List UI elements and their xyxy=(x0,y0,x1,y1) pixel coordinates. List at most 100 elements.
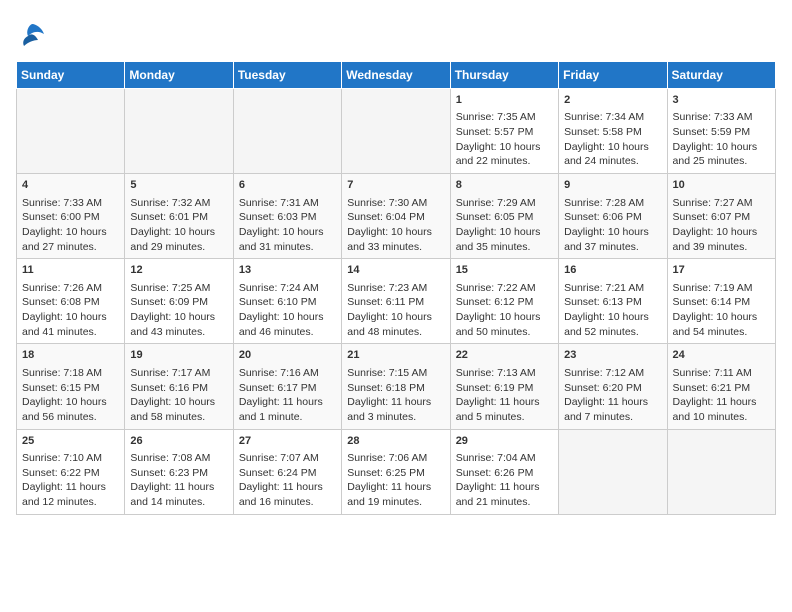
cell-text-line: Sunset: 6:11 PM xyxy=(347,295,444,310)
day-number: 1 xyxy=(456,93,553,108)
cell-text-line: and 46 minutes. xyxy=(239,325,336,340)
cell-text-line: Sunset: 6:01 PM xyxy=(130,210,227,225)
cell-text-line: Sunrise: 7:27 AM xyxy=(673,196,770,211)
day-number: 20 xyxy=(239,348,336,363)
day-number: 5 xyxy=(130,178,227,193)
cell-text-line: and 19 minutes. xyxy=(347,495,444,510)
calendar-cell: 2Sunrise: 7:34 AMSunset: 5:58 PMDaylight… xyxy=(559,89,667,174)
cell-text-line: and 10 minutes. xyxy=(673,410,770,425)
cell-text-line: Daylight: 11 hours xyxy=(130,480,227,495)
cell-text-line: Sunrise: 7:18 AM xyxy=(22,366,119,381)
cell-text-line: Daylight: 11 hours xyxy=(456,480,553,495)
page-header xyxy=(16,16,776,53)
cell-text-line: Daylight: 10 hours xyxy=(239,310,336,325)
logo-bird-icon xyxy=(18,20,46,48)
day-number: 10 xyxy=(673,178,770,193)
cell-text-line: Sunset: 6:05 PM xyxy=(456,210,553,225)
cell-text-line: Daylight: 10 hours xyxy=(564,225,661,240)
cell-text-line: and 16 minutes. xyxy=(239,495,336,510)
day-number: 6 xyxy=(239,178,336,193)
cell-text-line: Daylight: 10 hours xyxy=(347,310,444,325)
cell-text-line: and 29 minutes. xyxy=(130,240,227,255)
cell-text-line: Sunrise: 7:35 AM xyxy=(456,110,553,125)
cell-text-line: Sunset: 6:06 PM xyxy=(564,210,661,225)
cell-text-line: Daylight: 11 hours xyxy=(239,395,336,410)
calendar-week-1: 1 Sunrise: 7:35 AMSunset: 5:57 PM Daylight… xyxy=(17,89,776,174)
cell-text-line: and 54 minutes. xyxy=(673,325,770,340)
cell-text-line: Daylight: 11 hours xyxy=(22,480,119,495)
cell-text-line: Daylight: 10 hours xyxy=(130,310,227,325)
cell-text-line: and 58 minutes. xyxy=(130,410,227,425)
cell-text-line: Sunrise: 7:34 AM xyxy=(564,110,661,125)
calendar-cell: 25Sunrise: 7:10 AMSunset: 6:22 PMDayligh… xyxy=(17,429,125,514)
cell-text-line: Sunset: 6:19 PM xyxy=(456,381,553,396)
calendar-cell: 14Sunrise: 7:23 AMSunset: 6:11 PMDayligh… xyxy=(342,259,450,344)
cell-text-line: Sunrise: 7:30 AM xyxy=(347,196,444,211)
cell-text-line: Sunset: 6:17 PM xyxy=(239,381,336,396)
cell-text-line: and 50 minutes. xyxy=(456,325,553,340)
calendar-cell: 28Sunrise: 7:06 AMSunset: 6:25 PMDayligh… xyxy=(342,429,450,514)
calendar-cell: 4Sunrise: 7:33 AMSunset: 6:00 PMDaylight… xyxy=(17,174,125,259)
day-header-monday: Monday xyxy=(125,62,233,89)
calendar-cell: 19Sunrise: 7:17 AMSunset: 6:16 PMDayligh… xyxy=(125,344,233,429)
calendar-cell xyxy=(233,89,341,174)
calendar-cell: 15Sunrise: 7:22 AMSunset: 6:12 PMDayligh… xyxy=(450,259,558,344)
cell-text-line: Sunset: 6:12 PM xyxy=(456,295,553,310)
day-header-thursday: Thursday xyxy=(450,62,558,89)
cell-text-line: Sunrise: 7:25 AM xyxy=(130,281,227,296)
day-number: 17 xyxy=(673,263,770,278)
day-number: 18 xyxy=(22,348,119,363)
day-header-sunday: Sunday xyxy=(17,62,125,89)
calendar-table: SundayMondayTuesdayWednesdayThursdayFrid… xyxy=(16,61,776,515)
cell-text-line: Sunrise: 7:13 AM xyxy=(456,366,553,381)
cell-text-line: Daylight: 10 hours xyxy=(22,225,119,240)
cell-text-line: Daylight: 10 hours xyxy=(456,225,553,240)
cell-text-line: Sunrise: 7:22 AM xyxy=(456,281,553,296)
calendar-week-2: 4Sunrise: 7:33 AMSunset: 6:00 PMDaylight… xyxy=(17,174,776,259)
cell-text-line: and 35 minutes. xyxy=(456,240,553,255)
cell-text-line: Sunset: 6:24 PM xyxy=(239,466,336,481)
cell-text-line: Sunset: 6:08 PM xyxy=(22,295,119,310)
day-number: 8 xyxy=(456,178,553,193)
cell-text-line: Sunset: 6:04 PM xyxy=(347,210,444,225)
calendar-cell: 13Sunrise: 7:24 AMSunset: 6:10 PMDayligh… xyxy=(233,259,341,344)
cell-text-line: Daylight: 10 hours xyxy=(673,225,770,240)
cell-text-line: Sunset: 6:09 PM xyxy=(130,295,227,310)
day-number: 9 xyxy=(564,178,661,193)
cell-text-line: Sunset: 5:57 PM xyxy=(456,125,553,140)
cell-text-line: Sunrise: 7:29 AM xyxy=(456,196,553,211)
calendar-cell: 24Sunrise: 7:11 AMSunset: 6:21 PMDayligh… xyxy=(667,344,775,429)
cell-text-line: Daylight: 10 hours xyxy=(673,140,770,155)
cell-text-line: Sunset: 6:20 PM xyxy=(564,381,661,396)
cell-text-line: Daylight: 10 hours xyxy=(239,225,336,240)
calendar-body: 1 Sunrise: 7:35 AMSunset: 5:57 PM Daylight… xyxy=(17,89,776,515)
calendar-cell xyxy=(667,429,775,514)
cell-text-line: Sunrise: 7:33 AM xyxy=(22,196,119,211)
cell-text-line: Sunrise: 7:33 AM xyxy=(673,110,770,125)
calendar-cell: 10Sunrise: 7:27 AMSunset: 6:07 PMDayligh… xyxy=(667,174,775,259)
cell-text-line: Sunrise: 7:15 AM xyxy=(347,366,444,381)
cell-text-line: Sunrise: 7:19 AM xyxy=(673,281,770,296)
cell-text-line: and 22 minutes. xyxy=(456,154,553,169)
cell-text-line: Sunset: 6:23 PM xyxy=(130,466,227,481)
calendar-cell: 6Sunrise: 7:31 AMSunset: 6:03 PMDaylight… xyxy=(233,174,341,259)
cell-text-line: Daylight: 10 hours xyxy=(22,310,119,325)
calendar-cell: 21Sunrise: 7:15 AMSunset: 6:18 PMDayligh… xyxy=(342,344,450,429)
cell-text-line: Sunrise: 7:32 AM xyxy=(130,196,227,211)
cell-text-line: and 24 minutes. xyxy=(564,154,661,169)
cell-text-line: Sunrise: 7:10 AM xyxy=(22,451,119,466)
cell-text-line: Sunset: 6:21 PM xyxy=(673,381,770,396)
day-header-friday: Friday xyxy=(559,62,667,89)
cell-text-line: Sunrise: 7:17 AM xyxy=(130,366,227,381)
cell-text-line: Sunset: 6:10 PM xyxy=(239,295,336,310)
day-number: 25 xyxy=(22,434,119,449)
cell-text-line: and 41 minutes. xyxy=(22,325,119,340)
day-number: 7 xyxy=(347,178,444,193)
day-number: 15 xyxy=(456,263,553,278)
cell-text-line: Daylight: 10 hours xyxy=(564,140,661,155)
calendar-cell: 17Sunrise: 7:19 AMSunset: 6:14 PMDayligh… xyxy=(667,259,775,344)
cell-text-line: Sunrise: 7:23 AM xyxy=(347,281,444,296)
cell-text-line: Sunrise: 7:12 AM xyxy=(564,366,661,381)
day-header-saturday: Saturday xyxy=(667,62,775,89)
calendar-cell: 20Sunrise: 7:16 AMSunset: 6:17 PMDayligh… xyxy=(233,344,341,429)
